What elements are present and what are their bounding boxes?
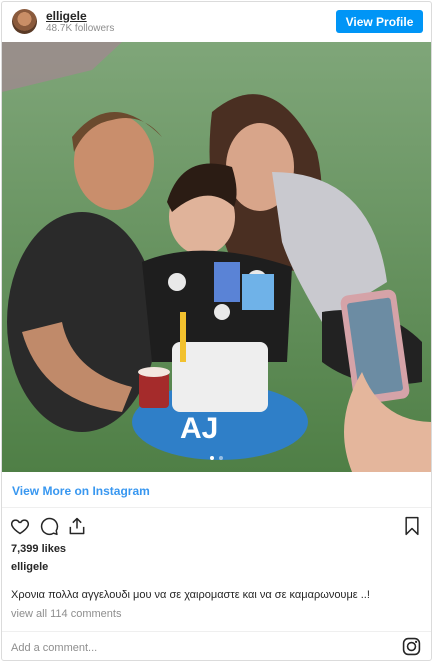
view-more-row: View More on Instagram — [2, 472, 431, 508]
caption-text: Χρονια πολλα αγγελουδι μου να σε χαιρομα… — [11, 589, 370, 601]
comment-icon[interactable] — [39, 516, 59, 536]
carousel-dot[interactable] — [219, 456, 223, 460]
post-photo[interactable]: AJ — [2, 42, 431, 472]
add-comment-input[interactable]: Add a comment... — [11, 642, 97, 654]
instagram-embed-card: elligele 48.7K followers View Profile AJ… — [1, 1, 432, 661]
action-bar — [2, 508, 431, 542]
cake-text: AJ — [180, 412, 218, 445]
bookmark-icon[interactable] — [402, 516, 422, 536]
followers-count: 48.7K followers — [46, 23, 115, 34]
instagram-icon[interactable] — [402, 637, 421, 656]
view-more-link[interactable]: View More on Instagram — [12, 484, 150, 498]
avatar[interactable] — [12, 9, 37, 34]
view-all-comments-link[interactable]: view all 114 comments — [11, 608, 121, 620]
heart-icon[interactable] — [10, 516, 30, 536]
photo-illustration: AJ — [2, 42, 431, 472]
likes-count[interactable]: 7,399 likes — [11, 543, 66, 555]
username-link[interactable]: elligele — [46, 9, 87, 23]
share-icon[interactable] — [67, 516, 87, 536]
caption-username[interactable]: elligele — [11, 561, 48, 573]
comment-bar: Add a comment... — [2, 631, 431, 660]
carousel-dot[interactable] — [210, 456, 214, 460]
view-profile-button[interactable]: View Profile — [336, 10, 423, 33]
post-header: elligele 48.7K followers View Profile — [2, 2, 431, 42]
